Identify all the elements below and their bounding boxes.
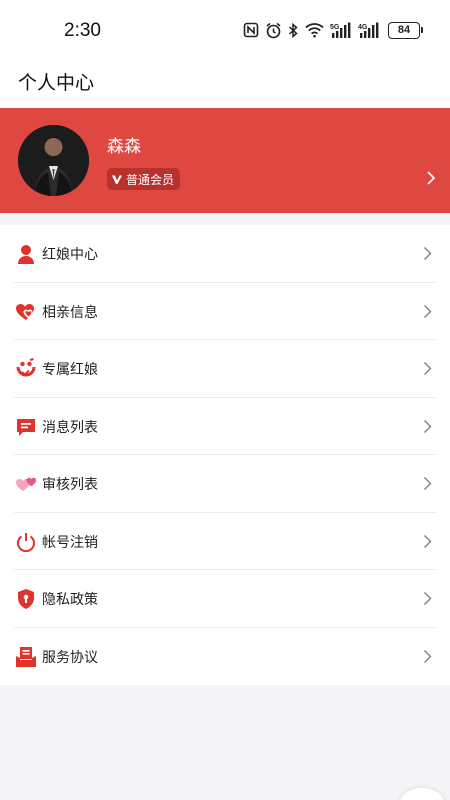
menu-item-service-agreement[interactable]: 服务协议 xyxy=(0,628,450,686)
power-icon xyxy=(15,531,37,553)
menu-item-label: 服务协议 xyxy=(42,649,98,666)
menu-item-privacy-policy[interactable]: 隐私政策 xyxy=(0,570,450,628)
menu-item-exclusive-matchmaker[interactable]: 专属红娘 xyxy=(0,340,450,398)
chevron-right-icon xyxy=(423,649,432,663)
menu-item-label: 隐私政策 xyxy=(42,592,98,608)
avatar-photo xyxy=(18,125,89,196)
svg-text:4G: 4G xyxy=(358,24,368,31)
menu-item-label: 帐号注销 xyxy=(42,534,98,551)
signal-5g-icon: 5G xyxy=(330,22,351,38)
menu-item-label: 红娘中心 xyxy=(42,247,98,263)
floating-button[interactable] xyxy=(400,788,444,800)
chevron-right-icon[interactable] xyxy=(426,170,436,186)
menu-item-label: 相亲信息 xyxy=(42,304,98,321)
svg-text:5G: 5G xyxy=(330,24,340,31)
wifi-icon xyxy=(305,23,324,38)
battery-icon: 84 xyxy=(388,21,423,39)
chevron-right-icon xyxy=(423,246,432,261)
menu-item-label: 审核列表 xyxy=(42,477,98,493)
bluetooth-icon xyxy=(288,22,298,38)
profile-name: 森森 xyxy=(107,137,141,157)
status-icons: 5G 4G 84 xyxy=(243,20,423,40)
menu-item-label: 专属红娘 xyxy=(42,362,98,378)
agreement-icon xyxy=(15,646,37,668)
menu-item-dating-info[interactable]: 相亲信息 xyxy=(0,283,450,341)
chevron-right-icon xyxy=(423,304,432,318)
menu-item-message-list[interactable]: 消息列表 xyxy=(0,398,450,456)
chevron-right-icon xyxy=(423,591,432,606)
page-title: 个人中心 xyxy=(18,72,95,94)
chevron-right-icon xyxy=(423,361,432,376)
menu-item-review-list[interactable]: 审核列表 xyxy=(0,455,450,513)
hearts-icon xyxy=(15,301,37,323)
menu-item-account-cancellation[interactable]: 帐号注销 xyxy=(0,513,450,571)
menu-item-label: 消息列表 xyxy=(42,419,98,436)
nfc-icon xyxy=(243,22,259,38)
member-badge: 普通会员 xyxy=(107,168,181,190)
person-icon xyxy=(15,243,37,265)
matchmaker-icon xyxy=(15,358,37,380)
chevron-right-icon xyxy=(423,534,432,548)
menu-list: 红娘中心 相亲信息 专属红娘 消息列表 审核列表 帐号注销 隐私政策 服务协议 xyxy=(0,225,450,685)
signal-4g-icon: 4G xyxy=(358,22,379,38)
message-icon xyxy=(15,416,37,438)
header: 个人中心 xyxy=(0,60,450,108)
alarm-icon xyxy=(266,22,281,38)
avatar[interactable] xyxy=(18,125,89,196)
chevron-right-icon xyxy=(423,476,432,491)
profile-card[interactable]: 森森 普通会员 xyxy=(0,108,450,213)
member-badge-label: 普通会员 xyxy=(126,172,175,187)
review-hearts-icon xyxy=(15,473,37,495)
status-bar: 2:30 5G 4G 84 xyxy=(0,0,450,60)
vip-v-icon xyxy=(112,175,122,184)
menu-item-matchmaker-center[interactable]: 红娘中心 xyxy=(0,225,450,283)
chevron-right-icon xyxy=(423,419,432,433)
status-time: 2:30 xyxy=(64,20,101,41)
shield-icon xyxy=(15,588,37,610)
